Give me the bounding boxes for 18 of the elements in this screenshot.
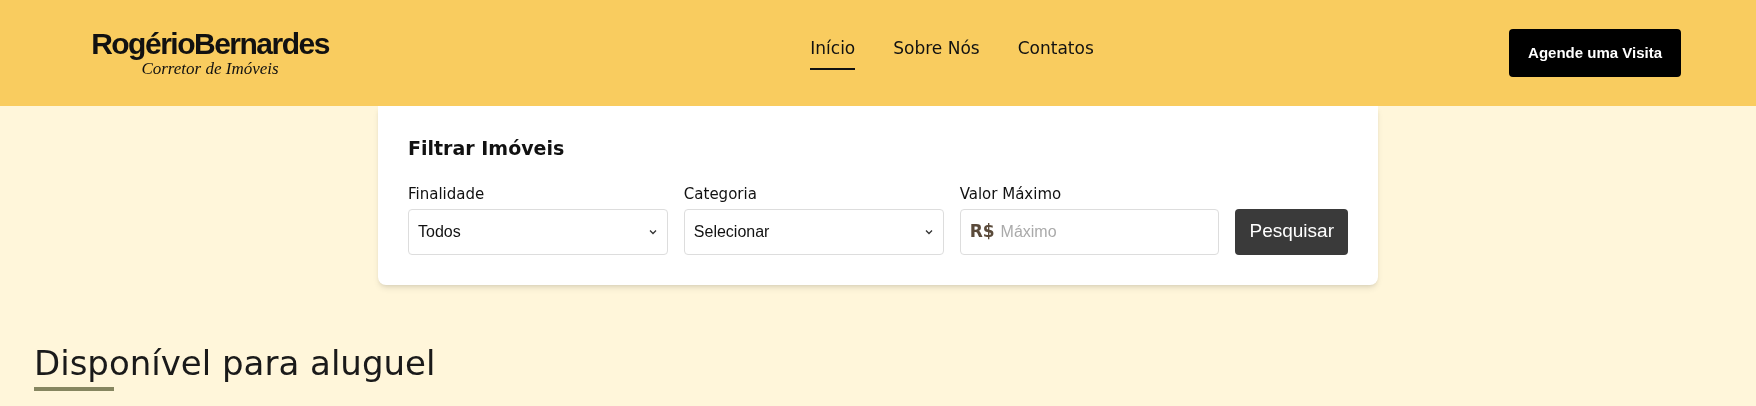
- field-label: Finalidade: [408, 183, 486, 203]
- input-field[interactable]: Máximo: [1000, 219, 1210, 244]
- section-title: Disponível para aluguel: [34, 341, 437, 385]
- select-field[interactable]: Selecionar: [683, 208, 944, 255]
- schedule-visit-button[interactable]: Agende uma Visita: [1509, 29, 1681, 77]
- select-field[interactable]: Todos: [408, 208, 668, 255]
- logo[interactable]: RogérioBernardes Corretor de Imóveis: [85, 28, 335, 78]
- filter-title: Filtrar Imóveis: [408, 136, 566, 161]
- currency-prefix: R$: [969, 219, 995, 243]
- field-label: Categoria: [683, 183, 758, 203]
- field-label: Valor Máximo: [959, 183, 1063, 203]
- chevron-icon: [648, 228, 657, 235]
- nav-link[interactable]: Sobre Nós: [893, 36, 980, 70]
- chevron-icon: [924, 228, 933, 235]
- search-button[interactable]: Pesquisar: [1235, 208, 1348, 255]
- nav-link[interactable]: Início: [810, 36, 856, 70]
- nav-link[interactable]: Contatos: [1017, 36, 1094, 70]
- currency-field[interactable]: R$ Máximo: [959, 208, 1220, 255]
